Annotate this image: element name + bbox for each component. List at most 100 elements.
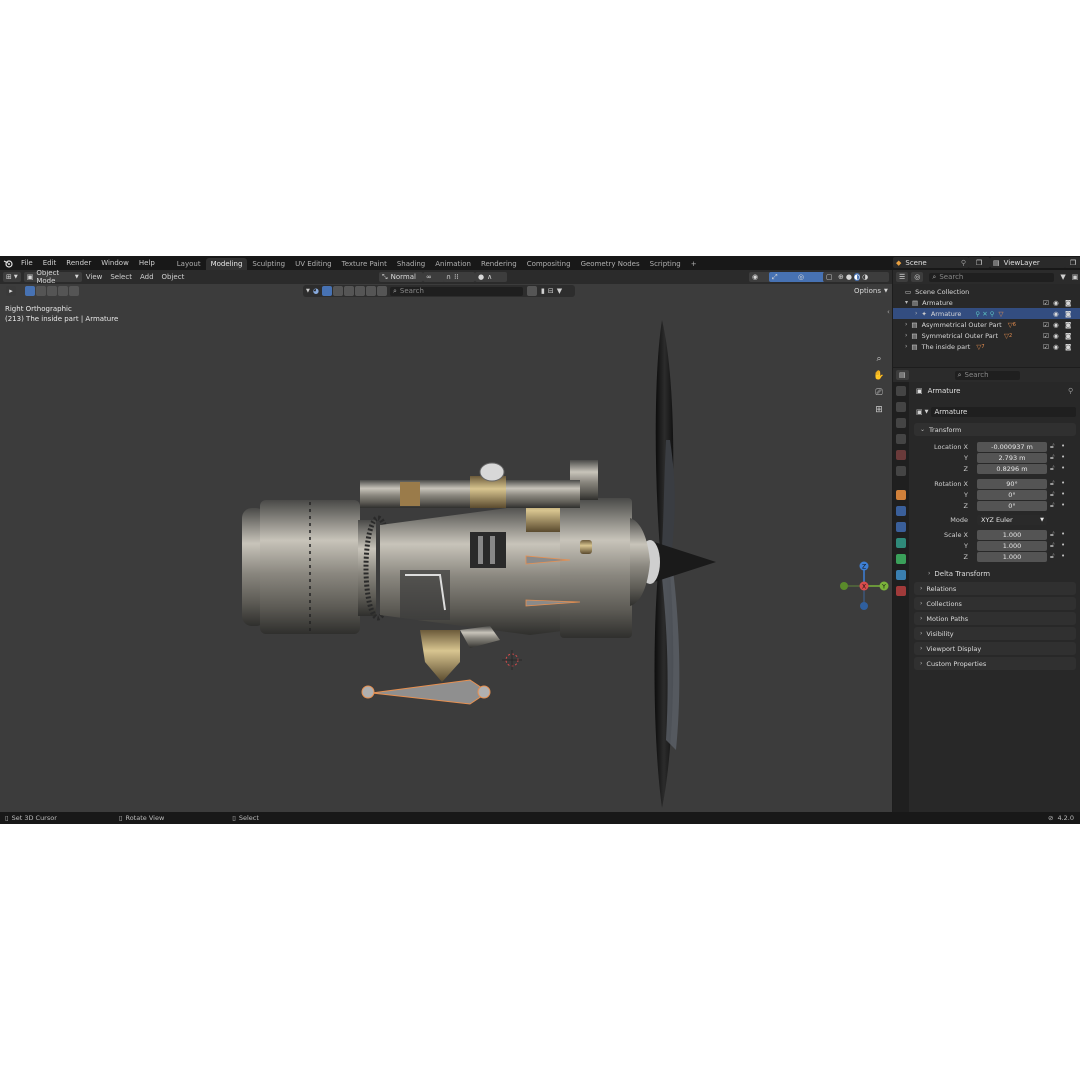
menu-object[interactable]: Object <box>158 270 189 284</box>
keyframe-dot-icon[interactable]: • <box>1061 490 1065 498</box>
add-workspace-button[interactable]: + <box>686 258 702 270</box>
camera-icon[interactable]: ◙ <box>1065 343 1071 351</box>
outliner-row[interactable]: › ▤ Symmetrical Outer Part ▽ 2 ☑ ◉ ◙ <box>893 330 1080 341</box>
wireframe-shading-icon[interactable]: ⊕ <box>838 273 844 281</box>
viewport-search-input[interactable]: ⌕ Search <box>389 286 523 296</box>
filter-icon-5[interactable] <box>365 286 376 296</box>
hand-pan-icon[interactable]: ✋ <box>873 370 885 382</box>
tab-compositing[interactable]: Compositing <box>522 258 576 270</box>
bookmark-icon[interactable]: ▮ <box>541 287 545 295</box>
rotation-z-field[interactable]: 0° <box>977 501 1047 511</box>
tab-texture-paint[interactable]: Texture Paint <box>337 258 392 270</box>
eye-icon[interactable]: ◉ <box>1053 299 1059 307</box>
lock-icon[interactable]: 🔓︎ <box>1050 479 1055 488</box>
outliner-row[interactable]: › ▤ Asymmetrical Outer Part ▽ 6 ☑ ◉ ◙ <box>893 319 1080 330</box>
solid-shading-icon[interactable]: ● <box>846 273 852 281</box>
scene-collection-row[interactable]: ▭ Scene Collection <box>893 286 1080 297</box>
eye-icon[interactable]: ◉ <box>1053 310 1059 318</box>
select-extend-icon[interactable] <box>36 286 46 296</box>
object-tab-icon[interactable] <box>896 490 906 500</box>
blender-logo-icon[interactable] <box>0 256 16 270</box>
menu-select[interactable]: Select <box>106 270 136 284</box>
camera-icon[interactable]: ⎚ <box>873 387 885 399</box>
lock-icon[interactable]: 🔓︎ <box>1050 453 1055 462</box>
eye-icon[interactable]: ◉ <box>1053 332 1059 340</box>
menu-edit[interactable]: Edit <box>38 256 62 270</box>
tab-modeling[interactable]: Modeling <box>205 257 248 270</box>
keyframe-dot-icon[interactable]: • <box>1061 453 1065 461</box>
texture-tab-icon[interactable] <box>896 586 906 596</box>
lock-icon[interactable]: 🔓︎ <box>1050 501 1055 510</box>
particles-tab-icon[interactable] <box>896 522 906 532</box>
3d-viewport[interactable]: ⊞ ▼ ▣ Object Mode ▼ View Select Add Objec… <box>0 270 892 812</box>
transform-orientation-selector[interactable]: ⤡ Normal <box>379 272 423 282</box>
lock-icon[interactable]: 🔓︎ <box>1050 530 1055 539</box>
data-tab-icon[interactable] <box>896 570 906 580</box>
keyframe-dot-icon[interactable]: • <box>1061 552 1065 560</box>
filter-icon-2[interactable] <box>332 286 343 296</box>
keyframe-dot-icon[interactable]: • <box>1061 530 1065 538</box>
tab-uv-editing[interactable]: UV Editing <box>290 258 337 270</box>
lock-icon[interactable]: 🔓︎ <box>1050 541 1055 550</box>
tab-scripting[interactable]: Scripting <box>645 258 686 270</box>
tab-shading[interactable]: Shading <box>392 258 430 270</box>
filter-icon-4[interactable] <box>354 286 365 296</box>
pivot-point-button[interactable]: ∞ <box>423 272 445 282</box>
pin-icon[interactable]: ⚲ <box>1068 387 1073 395</box>
tab-sculpting[interactable]: Sculpting <box>247 258 290 270</box>
menu-view[interactable]: View <box>82 270 107 284</box>
delta-transform-subpanel[interactable]: › Delta Transform <box>922 567 1074 580</box>
viewport-display-panel-header[interactable]: › Viewport Display <box>914 642 1076 655</box>
lock-icon[interactable]: 🔓︎ <box>1050 490 1055 499</box>
lock-icon[interactable]: 🔓︎ <box>1050 464 1055 473</box>
scale-x-field[interactable]: 1.000 <box>977 530 1047 540</box>
location-z-field[interactable]: 0.8296 m <box>977 464 1047 474</box>
new-view-layer-button[interactable]: ❐ <box>1064 257 1080 268</box>
camera-icon[interactable]: ◙ <box>1065 321 1071 329</box>
select-new-icon[interactable] <box>25 286 35 296</box>
rotation-x-field[interactable]: 90° <box>977 479 1047 489</box>
transform-panel-header[interactable]: ⌄ Transform <box>914 423 1076 436</box>
checkbox-icon[interactable]: ☑ <box>1043 332 1049 340</box>
show-overlays-button[interactable]: ◎ <box>795 272 825 282</box>
collapse-sidebar-icon[interactable]: ‹ <box>887 308 890 316</box>
options-dropdown[interactable]: Options ▼ <box>851 286 891 296</box>
relations-panel-header[interactable]: › Relations <box>914 582 1076 595</box>
menu-add[interactable]: Add <box>136 270 158 284</box>
proportional-edit-button[interactable]: ● ∧ <box>475 272 507 282</box>
new-scene-button[interactable]: ❐ <box>968 257 990 268</box>
hierarchy-icon[interactable]: ⊟ <box>548 287 554 295</box>
scene-selector[interactable]: ◆ Scene ⚲ <box>893 257 969 268</box>
editor-type-button[interactable]: ☰ <box>896 272 909 282</box>
location-x-field[interactable]: -0.000937 m <box>977 442 1047 452</box>
keyframe-dot-icon[interactable]: • <box>1061 501 1065 509</box>
rotation-y-field[interactable]: 0° <box>977 490 1047 500</box>
outliner-row[interactable]: › ▤ The inside part ▽ 7 ☑ ◉ ◙ <box>893 341 1080 352</box>
scene-tab-icon[interactable] <box>896 450 906 460</box>
menu-help[interactable]: Help <box>134 256 160 270</box>
view-layer-selector[interactable]: ▤ ViewLayer <box>990 257 1066 268</box>
camera-icon[interactable]: ◙ <box>1065 299 1071 307</box>
menu-window[interactable]: Window <box>96 256 134 270</box>
properties-search-input[interactable]: ⌕ Search <box>954 370 1020 380</box>
object-type-icon[interactable]: ▣ <box>916 408 923 416</box>
material-preview-icon[interactable]: ◐ <box>853 273 861 281</box>
filter-icon-1[interactable] <box>321 286 332 296</box>
checkbox-icon[interactable]: ☑ <box>1043 299 1049 307</box>
sort-icon[interactable] <box>526 286 537 296</box>
eye-icon[interactable]: ◉ <box>1053 321 1059 329</box>
checkbox-icon[interactable]: ☑ <box>1043 321 1049 329</box>
tab-layout[interactable]: Layout <box>172 258 206 270</box>
shading-mode-buttons[interactable]: ⊕ ● ◐ ◑ <box>835 272 889 282</box>
location-y-field[interactable]: 2.793 m <box>977 453 1047 463</box>
editor-type-button[interactable]: ⊞ ▼ <box>3 272 21 282</box>
keyframe-dot-icon[interactable]: • <box>1061 541 1065 549</box>
rotation-mode-dropdown[interactable]: XYZ Euler ▼ <box>977 515 1047 525</box>
lock-icon[interactable]: 🔓︎ <box>1050 552 1055 561</box>
view-layer-tab-icon[interactable] <box>896 434 906 444</box>
constraints-tab-icon[interactable] <box>896 554 906 564</box>
physics-tab-icon[interactable] <box>896 538 906 548</box>
funnel-icon[interactable]: ▼ <box>1060 273 1065 281</box>
visibility-panel-header[interactable]: › Visibility <box>914 627 1076 640</box>
menu-render[interactable]: Render <box>61 256 96 270</box>
